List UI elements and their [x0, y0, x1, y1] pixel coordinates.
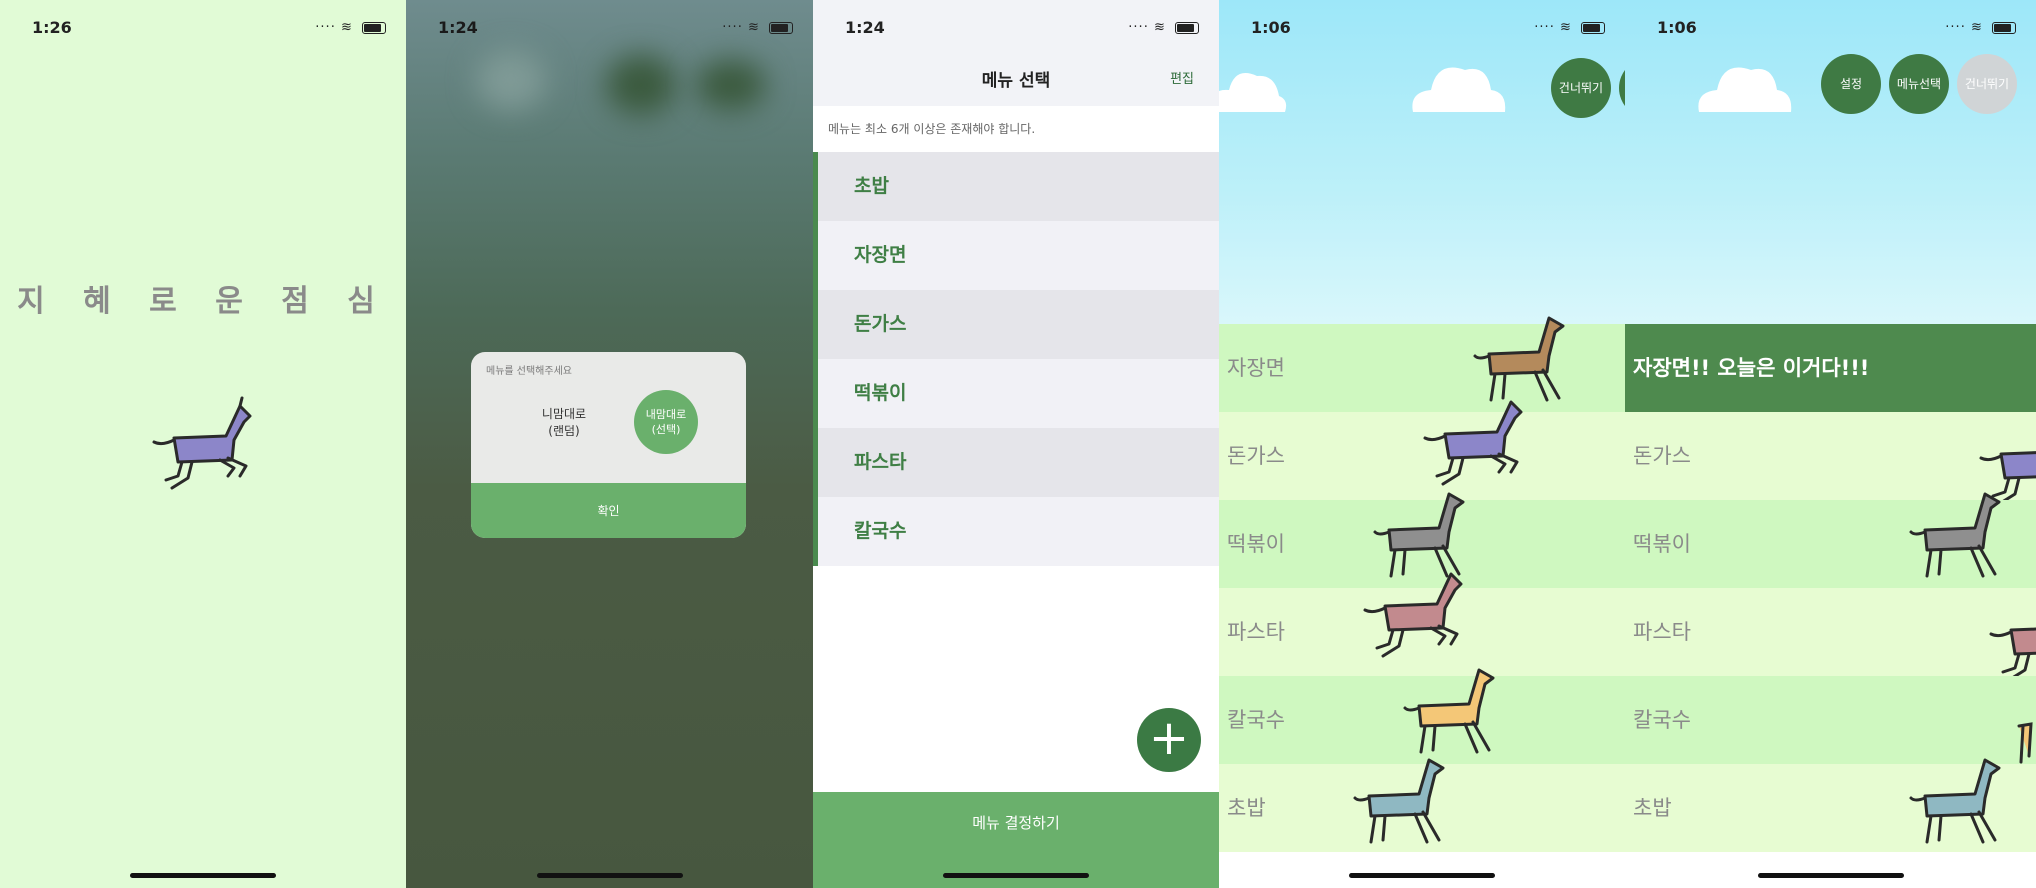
horse-icon [1909, 492, 2001, 578]
wifi-icon: ≋ [1148, 20, 1171, 35]
race-lane: 파스타 [1625, 588, 2036, 676]
lane-label: 떡볶이 [1633, 532, 1691, 556]
app-title: 지 혜 로 운 점 심 [17, 284, 389, 319]
mode-dialog-screen: 1:24 ···· ≋ 메뉴를 선택해주세요 니맘대로 (랜덤) 내맘대로 (선… [406, 0, 813, 888]
plus-icon: + [1148, 710, 1190, 766]
lane-label: 자장면 [1227, 356, 1285, 380]
battery-icon [1581, 21, 1605, 34]
lane-label: 초밥 [1227, 796, 1266, 820]
status-icons: ···· ≋ [1128, 20, 1199, 35]
home-indicator [130, 873, 276, 878]
battery-icon [769, 21, 793, 34]
race-lanes: 자장면!! 오늘은 이거다!!! 돈가스 떡볶이 파스타 칼국수 초밥 [1625, 324, 2036, 852]
menu-item[interactable]: 자장면 [813, 221, 1219, 290]
status-bar: 1:24 ···· ≋ [406, 18, 813, 40]
menu-select-button[interactable]: 메뉴선택 [1889, 54, 1949, 114]
horse-icon [152, 396, 252, 490]
select-option-sub: (선택) [651, 423, 681, 436]
lane-label: 칼국수 [1227, 708, 1285, 732]
blurred-shape [696, 60, 766, 110]
status-icons: ···· ≋ [722, 20, 793, 35]
lane-label: 칼국수 [1633, 708, 1691, 732]
skip-button[interactable]: 건너뛰기 [1957, 54, 2017, 114]
sky-background [1625, 0, 2036, 324]
confirm-button[interactable]: 확인 [471, 483, 746, 538]
wifi-icon: ≋ [1965, 20, 1988, 35]
menu-item[interactable]: 초밥 [813, 152, 1219, 221]
lane-label: 초밥 [1633, 796, 1672, 820]
blurred-shape [606, 55, 676, 115]
menu-item[interactable]: 파스타 [813, 428, 1219, 497]
horse-icon [1353, 758, 1445, 844]
settings-button[interactable]: 설정 [1821, 54, 1881, 114]
min-menu-notice: 메뉴는 최소 6개 이상은 존재해야 합니다. [813, 106, 1219, 152]
wifi-icon: ≋ [335, 20, 358, 35]
splash-screen: 1:26 ···· ≋ 지 혜 로 운 점 심 [0, 0, 406, 888]
home-indicator [1757, 873, 1904, 878]
status-bar: 1:06 ···· ≋ [1219, 18, 1625, 40]
winner-banner: 자장면!! 오늘은 이거다!!! [1625, 324, 2036, 412]
menu-list: 초밥 자장면 돈가스 떡볶이 파스타 칼국수 [813, 152, 1219, 566]
home-indicator [1349, 873, 1495, 878]
status-bar: 1:06 ···· ≋ [1625, 18, 2036, 40]
battery-icon [1175, 21, 1199, 34]
wifi-icon: ≋ [742, 20, 765, 35]
horse-icon [1363, 572, 1463, 658]
cloud-icon [1219, 73, 1287, 112]
lane-label: 파스타 [1227, 620, 1285, 644]
select-option[interactable]: 내맘대로 (선택) [634, 390, 698, 454]
skip-button[interactable]: 건너뛰기 [1551, 58, 1611, 118]
status-bar: 1:24 ···· ≋ [813, 18, 1219, 40]
race-screen: 1:06 ···· ≋ 건너뛰기 자장면 돈가스 떡볶이 파스타 칼국수 초밥 [1219, 0, 1625, 888]
lane-label: 파스타 [1633, 620, 1691, 644]
random-option-sub: (랜덤) [548, 424, 580, 438]
add-menu-button[interactable]: + [1137, 708, 1201, 772]
status-icons: ···· ≋ [315, 20, 386, 35]
random-option-label: 니맘대로 [541, 407, 587, 421]
race-lane: 초밥 [1625, 758, 2036, 852]
blurred-shape [476, 50, 546, 110]
horse-icon [1473, 316, 1565, 402]
horse-icon [2017, 722, 2033, 764]
dialog-title: 메뉴를 선택해주세요 [486, 366, 572, 377]
race-lane: 떡볶이 [1625, 492, 2036, 588]
battery-icon [1992, 21, 2016, 34]
status-time: 1:06 [1657, 18, 1697, 37]
horse-icon [1423, 400, 1523, 486]
mode-dialog: 메뉴를 선택해주세요 니맘대로 (랜덤) 내맘대로 (선택) 확인 [471, 352, 746, 538]
status-time: 1:26 [32, 18, 72, 37]
select-option-label: 내맘대로 [645, 408, 687, 421]
battery-icon [362, 21, 386, 34]
menu-item[interactable]: 돈가스 [813, 290, 1219, 359]
horse-icon [1909, 758, 2001, 844]
cloud-icon [1698, 67, 1792, 112]
status-time: 1:24 [845, 18, 885, 37]
wifi-icon: ≋ [1554, 20, 1577, 35]
race-lanes: 자장면 돈가스 떡볶이 파스타 칼국수 초밥 [1219, 316, 1625, 852]
lane-label: 떡볶이 [1227, 532, 1285, 556]
menu-select-screen: 1:24 ···· ≋ 메뉴 선택 편집 메뉴는 최소 6개 이상은 존재해야 … [813, 0, 1219, 888]
screenshot-strip: 1:26 ···· ≋ 지 혜 로 운 점 심 1:24 ···· ≋ 메뉴를 … [0, 0, 2036, 888]
race-lane: 초밥 [1219, 758, 1625, 852]
edit-button[interactable]: 편집 [1170, 68, 1194, 87]
menu-item[interactable]: 칼국수 [813, 497, 1219, 566]
horse-icon [1403, 668, 1495, 754]
status-time: 1:06 [1251, 18, 1291, 37]
status-time: 1:24 [438, 18, 478, 37]
sky-background [1219, 0, 1625, 324]
home-indicator [536, 873, 683, 878]
status-icons: ···· ≋ [1534, 20, 1605, 35]
status-icons: ···· ≋ [1945, 20, 2016, 35]
random-option[interactable]: 니맘대로 (랜덤) [526, 406, 602, 440]
home-indicator [943, 873, 1089, 878]
result-screen: 1:06 ···· ≋ 설정 메뉴선택 건너뛰기 자장면!! 오늘은 이거다!!… [1625, 0, 2036, 888]
menu-item[interactable]: 떡볶이 [813, 359, 1219, 428]
cloud-icon [1412, 67, 1506, 112]
status-bar: 1:26 ···· ≋ [0, 18, 406, 40]
nav-bar: 1:24 ···· ≋ 메뉴 선택 편집 [813, 0, 1219, 106]
horse-icon [1989, 627, 2036, 676]
lane-label: 돈가스 [1633, 444, 1691, 468]
lane-label: 돈가스 [1227, 444, 1285, 468]
nav-title: 메뉴 선택 [981, 71, 1051, 91]
